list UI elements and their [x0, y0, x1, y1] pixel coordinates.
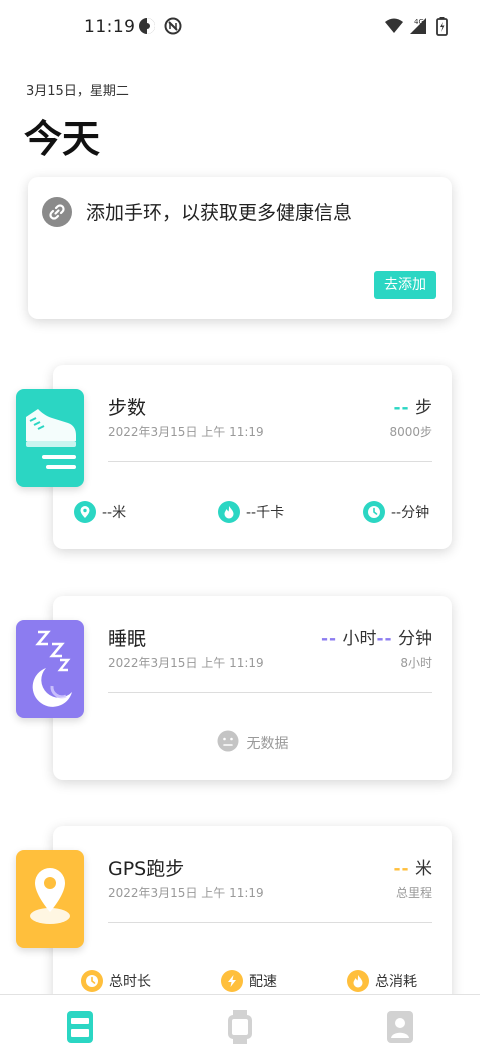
gps-value: -- 米: [393, 854, 432, 879]
status-time: 11:19: [84, 17, 136, 37]
steps-calories-label: --千卡: [246, 505, 285, 521]
divider: [108, 922, 432, 923]
sleep-minutes-unit: 分钟: [398, 629, 432, 649]
gps-pace-stat: 配速: [221, 970, 277, 992]
sad-face-icon: [217, 730, 239, 756]
divider: [108, 692, 432, 693]
divider: [108, 461, 432, 462]
tab-today[interactable]: [60, 1007, 100, 1047]
sleep-value: -- 小时-- 分钟: [321, 624, 432, 649]
gps-timestamp: 2022年3月15日 上午 11:19: [108, 886, 264, 900]
steps-duration-stat: --分钟: [363, 501, 429, 523]
svg-text:4G: 4G: [414, 18, 424, 26]
steps-card[interactable]: 步数 2022年3月15日 上午 11:19 -- 步 8000步 --米 --…: [53, 365, 452, 549]
gps-total-time-label: 总时长: [109, 974, 151, 990]
location-pin-icon: [74, 501, 96, 523]
gps-tile: [16, 850, 84, 948]
moon-zzz-icon: [32, 630, 72, 707]
gps-calories-label: 总消耗: [375, 974, 417, 990]
tab-profile[interactable]: [380, 1007, 420, 1047]
add-band-card: 添加手环，以获取更多健康信息 去添加: [28, 177, 452, 319]
lightning-icon: [221, 970, 243, 992]
gps-title: GPS跑步: [108, 858, 185, 880]
sneaker-icon: [26, 409, 76, 469]
sleep-title: 睡眠: [108, 628, 147, 650]
steps-timestamp: 2022年3月15日 上午 11:19: [108, 425, 264, 439]
steps-value-unit: 步: [415, 398, 432, 418]
gps-total-time-stat: 总时长: [81, 970, 151, 992]
steps-goal: 8000步: [389, 425, 432, 439]
sleep-no-data: 无数据: [53, 730, 452, 756]
gps-calories-stat: 总消耗: [347, 970, 417, 992]
gps-value-unit: 米: [415, 859, 432, 879]
steps-value: -- 步: [393, 393, 432, 418]
gps-value-number: --: [393, 859, 410, 879]
sleep-hours-value: --: [320, 629, 338, 649]
today-tab-icon: [67, 1011, 93, 1043]
steps-distance-label: --米: [102, 505, 127, 521]
add-band-message: 添加手环，以获取更多健康信息: [86, 202, 353, 224]
profile-tab-icon: [387, 1011, 413, 1043]
gps-total-distance-label: 总里程: [395, 886, 432, 900]
sleep-tile: [16, 620, 84, 718]
cell-signal-4g-icon: 4G: [407, 16, 429, 40]
sleep-hours-unit: 小时: [342, 629, 377, 649]
sleep-timestamp: 2022年3月15日 上午 11:19: [108, 656, 264, 670]
battery-icon: [436, 17, 448, 40]
status-bar: 11:19 4G: [0, 0, 480, 56]
flame-icon: [218, 501, 240, 523]
date-label: 3月15日，星期二: [26, 84, 129, 99]
steps-value-number: --: [393, 398, 410, 418]
data-saver-icon: [138, 17, 156, 39]
nfc-off-icon: [164, 17, 182, 39]
clock-icon: [363, 501, 385, 523]
watch-tab-icon: [228, 1010, 252, 1044]
clock-icon: [81, 970, 103, 992]
steps-tile: [16, 389, 84, 487]
sleep-card[interactable]: 睡眠 2022年3月15日 上午 11:19 -- 小时-- 分钟 8小时 无数…: [53, 596, 452, 780]
sleep-minutes-value: --: [376, 629, 393, 649]
gps-pace-label: 配速: [249, 974, 277, 990]
steps-calories-stat: --千卡: [218, 501, 284, 523]
steps-duration-label: --分钟: [391, 505, 430, 521]
flame-icon: [347, 970, 369, 992]
page-title: 今天: [24, 117, 101, 161]
tab-device[interactable]: [220, 1007, 260, 1047]
sleep-goal: 8小时: [400, 656, 432, 670]
sleep-no-data-label: 无数据: [246, 736, 289, 752]
bottom-tab-bar: [0, 994, 480, 1057]
steps-distance-stat: --米: [74, 501, 126, 523]
link-icon: [42, 197, 72, 227]
wifi-icon: [384, 17, 404, 39]
add-band-button[interactable]: 去添加: [374, 271, 436, 299]
steps-title: 步数: [108, 397, 147, 419]
map-pin-icon: [30, 868, 70, 924]
